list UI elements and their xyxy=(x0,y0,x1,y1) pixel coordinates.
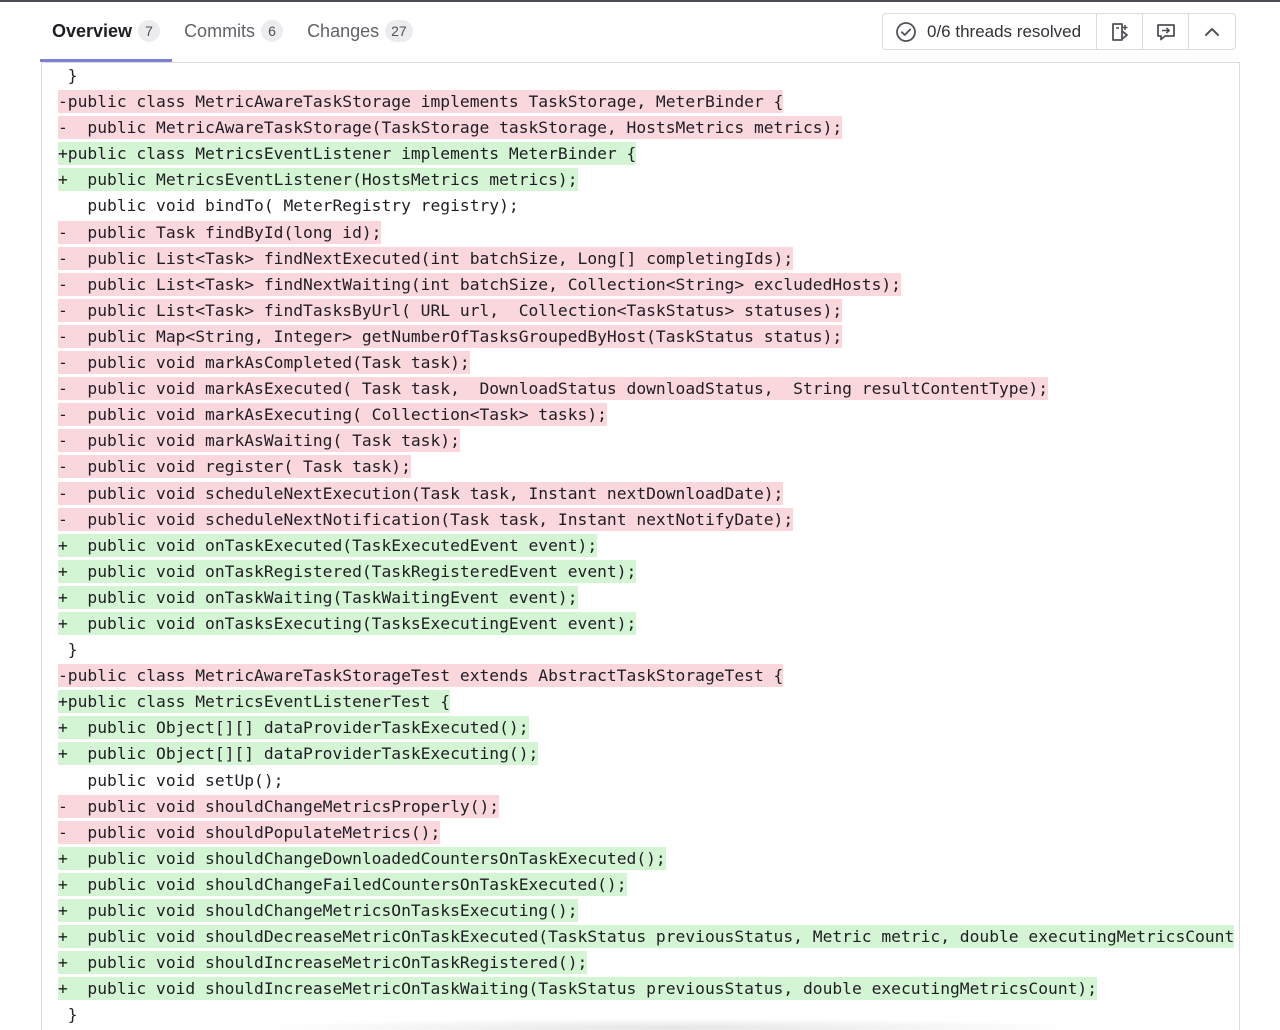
merge-request-tabs: Overview 7 Commits 6 Changes 27 xyxy=(40,2,425,62)
tab-changes-count: 27 xyxy=(385,20,413,42)
diff-line-removed: - public MetricAwareTaskStorage(TaskStor… xyxy=(58,115,1234,141)
diff-line-text: - public List<Task> findNextWaiting(int … xyxy=(58,272,901,296)
tab-commits[interactable]: Commits 6 xyxy=(172,2,295,60)
diff-line-text: - public void markAsExecuting( Collectio… xyxy=(58,403,607,427)
diff-line-added: + public void onTaskRegistered(TaskRegis… xyxy=(58,559,1234,585)
diff-line-text: + public void onTasksExecuting(TasksExec… xyxy=(58,611,637,635)
diff-line-text: - public void shouldChangeMetricsProperl… xyxy=(58,794,500,818)
collapse-threads-button[interactable] xyxy=(1189,14,1235,49)
tab-overview-label: Overview xyxy=(52,20,133,41)
diff-line-added: + public void shouldIncreaseMetricOnTask… xyxy=(58,976,1234,1002)
diff-line-text: } xyxy=(58,66,78,85)
diff-line-removed: - public List<Task> findNextWaiting(int … xyxy=(58,272,1234,298)
diff-line-text: - public Map<String, Integer> getNumberO… xyxy=(58,324,843,348)
diff-line-text: - public void scheduleNextExecution(Task… xyxy=(58,481,784,505)
diff-line-text: + public void onTaskRegistered(TaskRegis… xyxy=(58,559,637,583)
diff-line-text: +public class MetricsEventListenerTest { xyxy=(58,690,451,714)
jump-to-unresolved-button[interactable] xyxy=(1097,14,1143,49)
threads-resolved-label: 0/6 threads resolved xyxy=(927,21,1082,41)
diff-line-text: +public class MetricsEventListener imple… xyxy=(58,142,637,166)
diff-line-context: public void setUp(); xyxy=(58,768,1234,794)
threads-toolbar: 0/6 threads resolved xyxy=(882,13,1236,50)
diff-line-text: -public class MetricAwareTaskStorageTest… xyxy=(58,664,784,688)
diff-line-added: + public void shouldDecreaseMetricOnTask… xyxy=(58,924,1235,950)
diff-line-text: + public Object[][] dataProviderTaskExec… xyxy=(58,742,539,766)
diff-line-context: } xyxy=(58,637,1234,663)
diff-line-context: public void bindTo( MeterRegistry regist… xyxy=(58,193,1234,219)
diff-line-removed: - public List<Task> findNextExecuted(int… xyxy=(58,246,1234,272)
diff-line-text: - public Task findById(long id); xyxy=(58,220,382,244)
diff-line-removed: - public Task findById(long id); xyxy=(58,220,1234,246)
document-jump-icon xyxy=(1111,22,1128,41)
diff-line-removed: -public class MetricAwareTaskStorage imp… xyxy=(58,89,1234,115)
check-circle-icon xyxy=(896,21,916,42)
diff-line-removed: - public void shouldChangeMetricsProperl… xyxy=(58,794,1234,820)
tab-changes-label: Changes xyxy=(307,20,380,41)
tab-overview-count: 7 xyxy=(138,20,161,42)
diff-line-removed: - public void scheduleNextExecution(Task… xyxy=(58,481,1234,507)
diff-line-text: - public void markAsWaiting( Task task); xyxy=(58,429,460,453)
tab-overview[interactable]: Overview 7 xyxy=(40,2,173,62)
diff-line-removed: -public class MetricAwareTaskStorageTest… xyxy=(58,663,1234,689)
diff-line-text: -public class MetricAwareTaskStorage imp… xyxy=(58,90,784,114)
comment-threads-button[interactable] xyxy=(1143,14,1189,49)
diff-line-text: + public void shouldChangeDownloadedCoun… xyxy=(58,846,666,870)
diff-line-removed: - public void markAsExecuting( Collectio… xyxy=(58,402,1234,428)
diff-line-added: +public class MetricsEventListener imple… xyxy=(58,141,1234,167)
diff-line-added: + public void onTaskWaiting(TaskWaitingE… xyxy=(58,585,1234,611)
diff-line-text: - public List<Task> findNextExecuted(int… xyxy=(58,246,794,270)
diff-line-text: } xyxy=(58,640,78,660)
diff-line-removed: - public void scheduleNextNotification(T… xyxy=(58,507,1234,533)
diff-line-removed: - public void shouldPopulateMetrics(); xyxy=(58,820,1234,846)
diff-line-text: public void bindTo( MeterRegistry regist… xyxy=(58,196,519,216)
diff-line-added: + public Object[][] dataProviderTaskExec… xyxy=(58,715,1234,741)
diff-line-text: + public void onTaskExecuted(TaskExecute… xyxy=(58,533,598,557)
tab-changes[interactable]: Changes 27 xyxy=(295,2,425,60)
diff-line-added: + public MetricsEventListener(HostsMetri… xyxy=(58,167,1234,193)
diff-line-text: - public MetricAwareTaskStorage(TaskStor… xyxy=(58,116,843,140)
diff-line-text: + public void shouldDecreaseMetricOnTask… xyxy=(58,925,1235,949)
diff-line-text: - public void markAsCompleted(Task task)… xyxy=(58,351,470,375)
chevron-up-icon xyxy=(1205,27,1219,36)
diff-line-added: + public void shouldChangeMetricsOnTasks… xyxy=(58,898,1234,924)
tab-commits-count: 6 xyxy=(261,20,284,42)
diff-line-text: - public void markAsExecuted( Task task,… xyxy=(58,377,1049,401)
diff-line-text: + public void shouldIncreaseMetricOnTask… xyxy=(58,977,1098,1001)
diff-line-text: - public void shouldPopulateMetrics(); xyxy=(58,820,441,844)
diff-line-added: + public void shouldChangeDownloadedCoun… xyxy=(58,846,1234,872)
diff-line-added: +public class MetricsEventListenerTest { xyxy=(58,689,1234,715)
comment-next-icon xyxy=(1156,23,1175,40)
diff-panel: } -public class MetricAwareTaskStorage im… xyxy=(41,62,1240,1030)
diff-line-removed: - public void markAsWaiting( Task task); xyxy=(58,428,1234,454)
diff-line-removed: - public void markAsExecuted( Task task,… xyxy=(58,376,1234,402)
tab-commits-label: Commits xyxy=(184,20,256,41)
diff-line-removed: - public List<Task> findTasksByUrl( URL … xyxy=(58,298,1234,324)
diff-line-added: + public void shouldIncreaseMetricOnTask… xyxy=(58,950,1234,976)
diff-line-text: + public Object[][] dataProviderTaskExec… xyxy=(58,716,529,740)
diff-line-text: + public MetricsEventListener(HostsMetri… xyxy=(58,168,578,192)
diff-line-removed: - public void markAsCompleted(Task task)… xyxy=(58,350,1234,376)
diff-line-text: - public void register( Task task); xyxy=(58,455,411,479)
diff-line-removed: - public Map<String, Integer> getNumberO… xyxy=(58,324,1234,350)
diff-line-text: + public void onTaskWaiting(TaskWaitingE… xyxy=(58,585,578,609)
diff-line-text: - public List<Task> findTasksByUrl( URL … xyxy=(58,298,843,322)
diff-line-text: public void setUp(); xyxy=(58,770,284,790)
diff-line-added: + public Object[][] dataProviderTaskExec… xyxy=(58,741,1234,767)
diff-line-context: } xyxy=(58,63,1234,89)
diff-line-text: + public void shouldIncreaseMetricOnTask… xyxy=(58,951,588,975)
diff-line-added: + public void shouldChangeFailedCounters… xyxy=(58,872,1234,898)
diff-line-text: + public void shouldChangeFailedCounters… xyxy=(58,872,627,896)
diff-line-text: - public void scheduleNextNotification(T… xyxy=(58,507,794,531)
diff-line-removed: - public void register( Task task); xyxy=(58,454,1234,480)
threads-resolved-button[interactable]: 0/6 threads resolved xyxy=(883,14,1097,49)
diff-line-text: } xyxy=(58,1005,78,1025)
diff-line-text: + public void shouldChangeMetricsOnTasks… xyxy=(58,899,578,922)
diff-code: } -public class MetricAwareTaskStorage im… xyxy=(58,63,1235,1028)
diff-line-added: + public void onTasksExecuting(TasksExec… xyxy=(58,611,1234,637)
diff-line-added: + public void onTaskExecuted(TaskExecute… xyxy=(58,533,1234,559)
